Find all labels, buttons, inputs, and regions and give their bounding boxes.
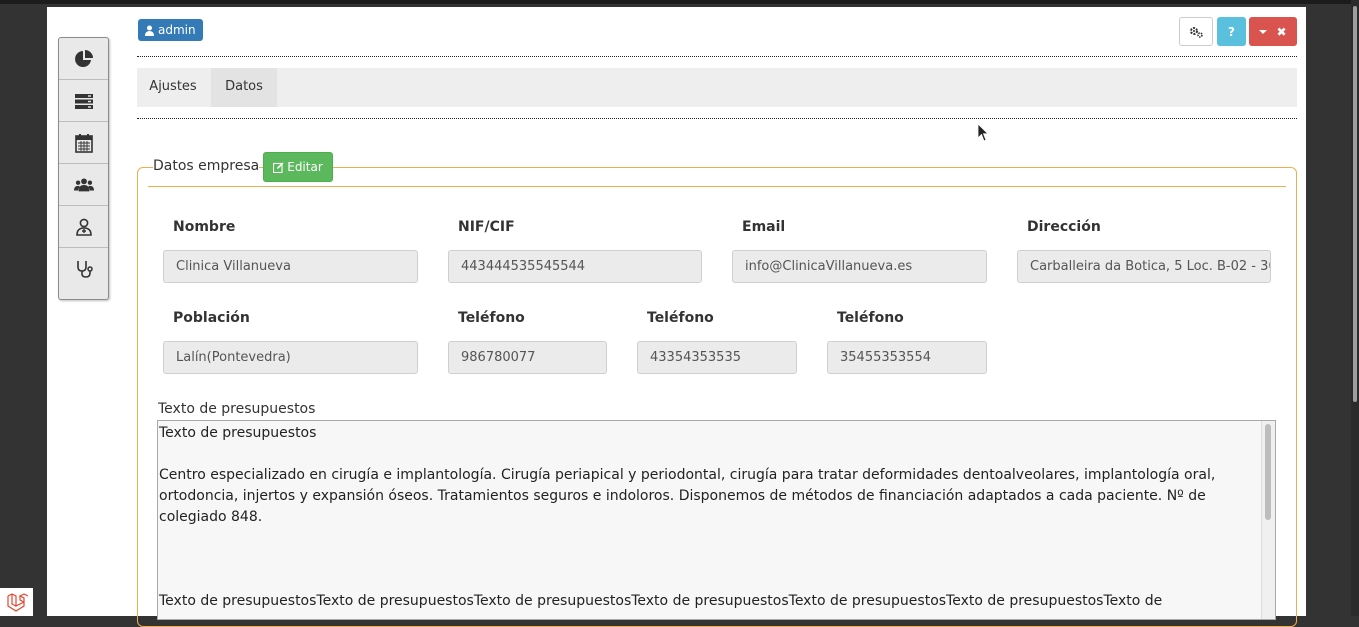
telefono3-field[interactable]: 35455353554 xyxy=(827,341,987,374)
tab-datos[interactable]: Datos xyxy=(211,68,277,107)
sidebar xyxy=(58,37,109,300)
edit-button-label: Editar xyxy=(287,160,323,174)
panel-title: Datos empresa xyxy=(153,158,260,174)
user-md-icon xyxy=(75,218,92,236)
telefono2-label: Teléfono xyxy=(647,310,714,326)
server-icon xyxy=(74,93,93,109)
laravel-icon xyxy=(6,593,28,612)
quote-text-line: Texto de presupuestos xyxy=(159,425,317,441)
panel-divider xyxy=(148,186,1286,187)
sidebar-item-dashboard[interactable] xyxy=(59,38,108,80)
textarea-scrollbar[interactable] xyxy=(1261,421,1275,619)
quote-text-paragraph: Centro especializado en cirugía e implan… xyxy=(159,467,1216,525)
pie-chart-icon xyxy=(74,49,93,67)
window-top-border xyxy=(0,0,1359,4)
poblacion-field[interactable]: Lalín(Pontevedra) xyxy=(163,341,418,374)
user-badge-label: admin xyxy=(158,23,196,37)
direccion-label: Dirección xyxy=(1027,219,1101,235)
sidebar-item-calendar[interactable] xyxy=(59,122,108,164)
sidebar-item-doctors[interactable] xyxy=(59,206,108,248)
edit-icon xyxy=(273,162,284,173)
user-icon xyxy=(145,25,154,36)
tabs-bar: Ajustes Datos xyxy=(137,68,1297,107)
telefono1-field[interactable]: 986780077 xyxy=(448,341,607,374)
caret-down-icon xyxy=(1259,29,1268,34)
email-field[interactable]: info@ClinicaVillanueva.es xyxy=(732,250,987,283)
divider xyxy=(137,56,1297,57)
quote-text-area[interactable]: Texto de presupuestos Centro especializa… xyxy=(157,420,1276,620)
mouse-cursor-icon xyxy=(977,123,989,142)
calendar-icon xyxy=(74,133,93,153)
divider xyxy=(137,118,1297,119)
email-label: Email xyxy=(742,219,786,235)
nombre-field[interactable]: Clinica Villanueva xyxy=(163,250,418,283)
telefono3-label: Teléfono xyxy=(837,310,904,326)
help-button-label: ? xyxy=(1228,24,1235,39)
direccion-field[interactable]: Carballeira da Botica, 5 Loc. B-02 - 36 xyxy=(1017,250,1271,283)
nombre-label: Nombre xyxy=(173,219,236,235)
quote-text-repeated: Texto de presupuestosTexto de presupuest… xyxy=(159,593,1163,609)
help-button[interactable]: ? xyxy=(1217,17,1246,46)
poblacion-label: Población xyxy=(173,310,250,326)
telefono1-label: Teléfono xyxy=(458,310,525,326)
user-badge[interactable]: admin xyxy=(138,19,203,41)
sidebar-item-list[interactable] xyxy=(59,80,108,122)
edit-button[interactable]: Editar xyxy=(263,152,333,182)
textarea-scrollbar-thumb[interactable] xyxy=(1265,424,1271,520)
quote-text-label: Texto de presupuestos xyxy=(158,401,316,417)
tab-ajustes[interactable]: Ajustes xyxy=(137,68,209,107)
telefono2-field[interactable]: 43354353535 xyxy=(637,341,797,374)
sidebar-item-patients[interactable] xyxy=(59,164,108,206)
page-scrollbar-thumb[interactable] xyxy=(1353,6,1357,402)
sidebar-item-treatments[interactable] xyxy=(59,248,108,290)
laravel-logo-icon[interactable] xyxy=(0,588,33,616)
users-icon xyxy=(73,177,94,191)
stethoscope-icon xyxy=(76,261,93,278)
nif-label: NIF/CIF xyxy=(458,219,515,235)
nif-field[interactable]: 443444535545544 xyxy=(448,250,702,283)
settings-button[interactable] xyxy=(1179,17,1213,46)
close-dropdown-button[interactable]: ✖ xyxy=(1249,17,1297,46)
gears-icon xyxy=(1190,26,1203,38)
close-icon: ✖ xyxy=(1276,24,1287,39)
